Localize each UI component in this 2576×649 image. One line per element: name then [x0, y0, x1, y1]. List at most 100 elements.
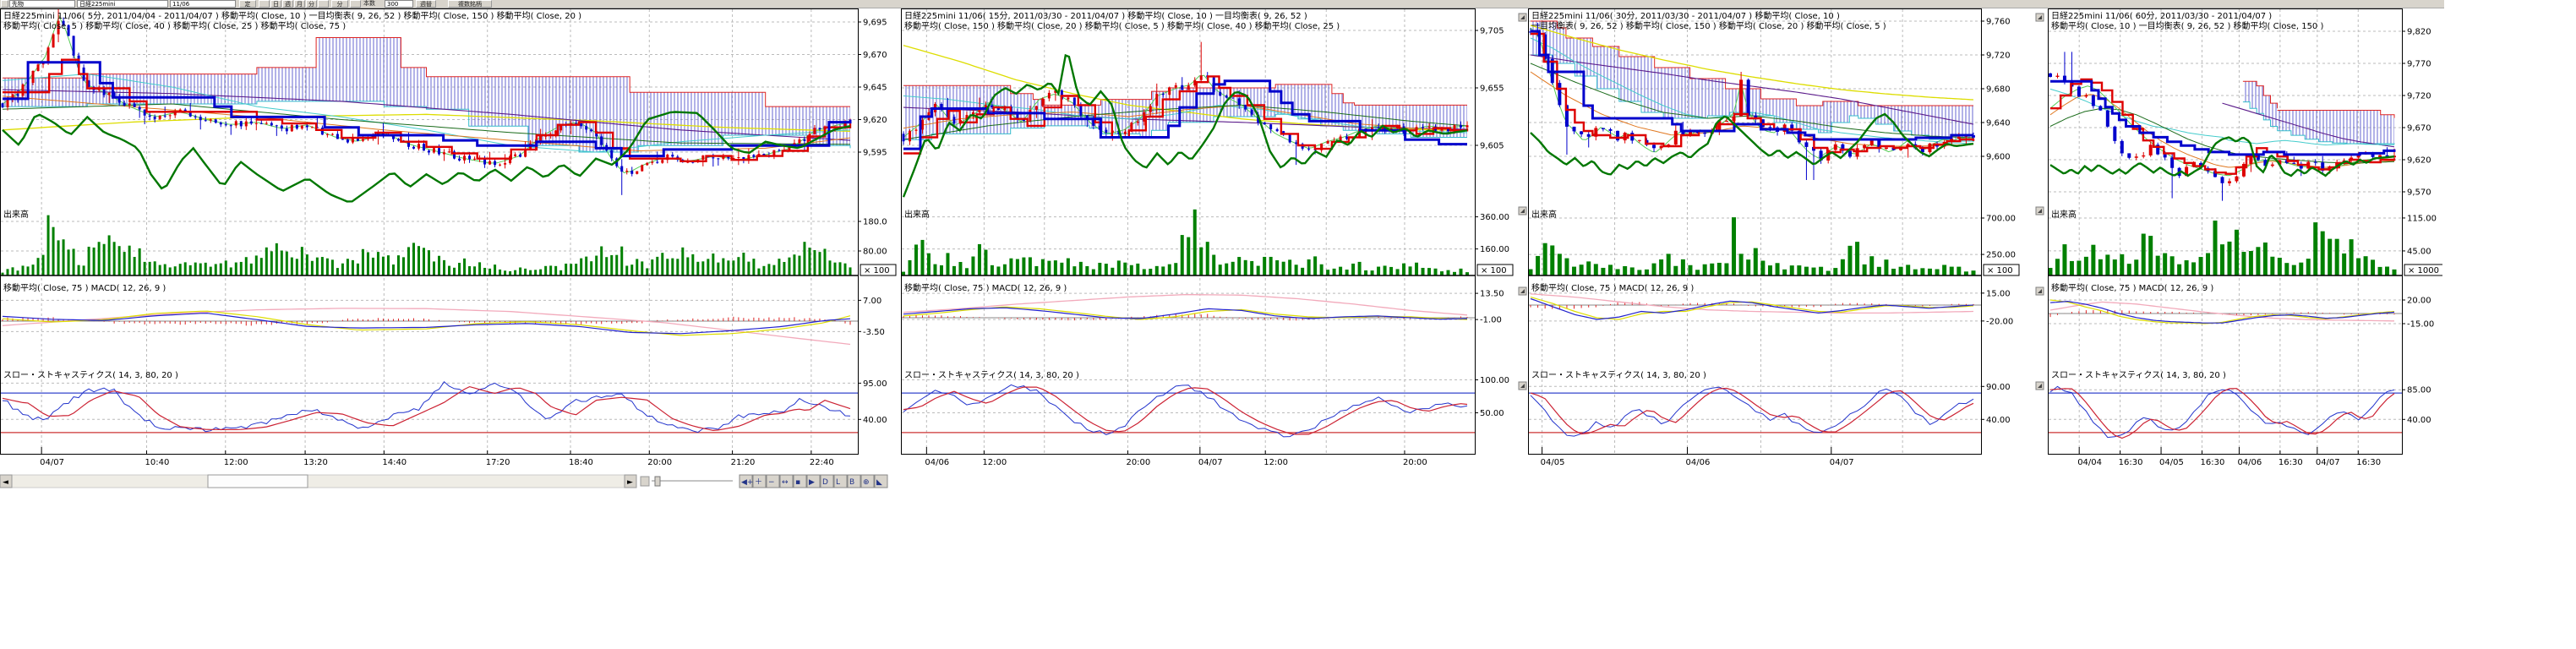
- macd-label: 移動平均( Close, 75 ) MACD( 12, 26, 9 ): [1531, 282, 1694, 293]
- section-button[interactable]: [2036, 207, 2044, 215]
- section-button[interactable]: [2036, 14, 2044, 21]
- time-label: 14:40: [382, 458, 407, 467]
- stoch-label: スロー・ストキャスティクス( 14, 3, 80, 20 ): [1531, 370, 1706, 380]
- axis-label: 20.00: [2407, 297, 2431, 306]
- ichimoku-cloud: [2278, 111, 2394, 145]
- panel-title-2: 移動平均( Close, 5 ) 移動平均( Close, 40 ) 移動平均(…: [3, 20, 346, 31]
- chart-tool-button-2[interactable]: −: [767, 475, 779, 488]
- toolbar-item-8[interactable]: 月: [294, 0, 305, 8]
- chart-tool-button-1[interactable]: ＋: [753, 475, 766, 488]
- axis-label: 50.00: [1480, 409, 1504, 418]
- svg-text:L: L: [836, 478, 840, 487]
- panel-title-2: 移動平均( Close, 10 ) 一目均衡表( 9, 26, 52 ) 移動平…: [2051, 20, 2323, 31]
- svg-text:▪: ▪: [795, 478, 800, 487]
- svg-text:⊕: ⊕: [863, 478, 870, 487]
- stoch-section: [1529, 387, 1981, 436]
- time-label: 04/06: [2237, 458, 2262, 467]
- time-label: 20:00: [647, 458, 672, 467]
- axis-label: 13.50: [1480, 290, 1504, 299]
- time-label: 12:00: [982, 458, 1007, 467]
- axis-label: 9,720: [2407, 92, 2431, 101]
- time-label: 16:30: [2200, 458, 2224, 467]
- chart-tool-button-10[interactable]: ◣: [875, 475, 887, 488]
- axis-label: 9,640: [1986, 119, 2011, 128]
- toolbar-item-4[interactable]: 定: [239, 0, 256, 8]
- stoch-section: [902, 384, 1475, 437]
- axis-label: 9,620: [2407, 156, 2431, 166]
- toolbar-item-11[interactable]: 分: [331, 0, 348, 8]
- toolbar-item-1[interactable]: 先物: [9, 0, 75, 8]
- time-label: 16:30: [2119, 458, 2143, 467]
- toolbar-item-12[interactable]: [350, 0, 361, 8]
- axis-label: 360.00: [1480, 213, 1509, 222]
- chart-tool-button-8[interactable]: B: [848, 475, 860, 488]
- axis-label: 9,605: [1480, 142, 1504, 151]
- axis-label: 9,695: [863, 19, 887, 28]
- toolbar-item-5[interactable]: [259, 0, 270, 8]
- stoch-k: [3, 382, 850, 433]
- svg-text:◣: ◣: [876, 478, 882, 487]
- stoch-d: [1531, 389, 1973, 434]
- toolbar-item-16[interactable]: 複数銘柄: [448, 0, 492, 8]
- time-label: 13:20: [303, 458, 328, 467]
- macd-label: 移動平均( Close, 75 ) MACD( 12, 26, 9 ): [904, 282, 1067, 293]
- time-label: 20:00: [1403, 458, 1427, 467]
- section-button[interactable]: [1519, 14, 1526, 21]
- time-label: 04/06: [1685, 458, 1710, 467]
- toolbar-item-9[interactable]: 分: [306, 0, 317, 8]
- macd-section: [1529, 294, 1981, 319]
- toolbar-item-14[interactable]: 300: [385, 0, 413, 8]
- toolbar-item-15[interactable]: 週替: [416, 0, 436, 8]
- section-button[interactable]: [1519, 287, 1526, 295]
- time-label: 04/07: [1198, 458, 1223, 467]
- section-button[interactable]: [1519, 382, 1526, 390]
- axis-label: 180.0: [863, 218, 887, 227]
- chart-tool-button-7[interactable]: L: [834, 475, 847, 488]
- toolbar-item-3[interactable]: 11/06: [170, 0, 236, 8]
- axis-label: 9,720: [1986, 52, 2011, 61]
- chart-tool-button-3[interactable]: ↔: [780, 475, 793, 488]
- axis-label: 15.00: [1986, 289, 2011, 298]
- toolbar-item-13: 本数: [363, 0, 384, 8]
- axis-label: 80.00: [863, 248, 887, 257]
- volume-bars: [2049, 221, 2397, 275]
- panel-title-1: 日経225mini 11/06( 15分, 2011/03/30 - 2011/…: [904, 10, 1307, 21]
- axis-label: 95.00: [863, 379, 887, 389]
- h-scrollbar[interactable]: ◄►◀+＋−↔▪▶DLB⊕◣: [0, 475, 887, 488]
- panel-title-1: 日経225mini 11/06( 60分, 2011/03/30 - 2011/…: [2051, 10, 2272, 21]
- section-button[interactable]: [1519, 207, 1526, 215]
- toolbar-item-7[interactable]: 週: [282, 0, 293, 8]
- toolbar-item-0[interactable]: [1, 0, 8, 8]
- axis-label: 250.00: [1986, 251, 2016, 260]
- time-label: 04/07: [2316, 458, 2340, 467]
- svg-text:× 100: × 100: [1987, 266, 2013, 275]
- axis-label: 40.00: [863, 416, 887, 425]
- axis-label: 40.00: [2407, 416, 2431, 425]
- app-toolbar: 先物日経225mini11/06定日週月分分本数300週替複数銘柄: [0, 0, 2444, 8]
- chart-tool-button-6[interactable]: D: [821, 475, 833, 488]
- section-button[interactable]: [2036, 287, 2044, 295]
- axis-label: 9,680: [1986, 85, 2011, 95]
- time-label: 22:40: [810, 458, 834, 467]
- axis-label: 9,670: [863, 51, 887, 60]
- axis-label: 9,705: [1480, 27, 1504, 36]
- section-button[interactable]: [2036, 382, 2044, 390]
- time-label: 04/07: [40, 458, 64, 467]
- axis-label: 90.00: [1986, 383, 2011, 392]
- svg-text:× 100: × 100: [1481, 266, 1507, 275]
- toolbar-item-6[interactable]: 日: [270, 0, 281, 8]
- chart-tool-button-5[interactable]: ▶: [807, 475, 820, 488]
- chart-tool-button-4[interactable]: ▪: [794, 475, 806, 488]
- chart-tool-button-0[interactable]: ◀+: [740, 475, 753, 488]
- axis-label: 700.00: [1986, 215, 2016, 224]
- axis-label: 9,600: [1986, 153, 2011, 162]
- time-label: 10:40: [145, 458, 170, 467]
- axis-label: -1.00: [1480, 316, 1502, 325]
- toolbar-item-2[interactable]: 日経225mini: [77, 0, 168, 8]
- stoch-label: スロー・ストキャスティクス( 14, 3, 80, 20 ): [3, 370, 178, 380]
- chart-tool-button-9[interactable]: ⊕: [861, 475, 874, 488]
- axis-label: 9,620: [863, 116, 887, 125]
- toolbar-item-10[interactable]: [318, 0, 329, 8]
- macd-signal: [1531, 297, 1973, 319]
- axis-label: -20.00: [1986, 317, 2013, 326]
